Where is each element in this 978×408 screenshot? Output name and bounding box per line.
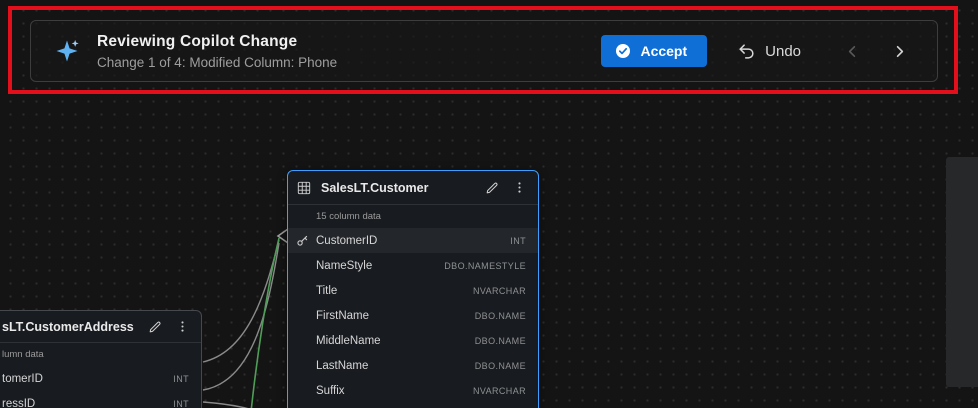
column-type: INT bbox=[173, 374, 189, 384]
pencil-icon bbox=[485, 181, 499, 195]
table-card-header[interactable]: SalesLT.Customer bbox=[288, 171, 538, 205]
table-actions bbox=[146, 318, 191, 336]
undo-button-label: Undo bbox=[765, 43, 801, 60]
pencil-icon bbox=[148, 320, 162, 334]
table-card-customer[interactable]: SalesLT.Customer 15 column data bbox=[287, 170, 539, 408]
column-type: INT bbox=[510, 236, 526, 246]
banner-title: Reviewing Copilot Change bbox=[97, 33, 337, 51]
table-row[interactable]: MiddleName DBO.NAME bbox=[288, 328, 538, 353]
column-name: FirstName bbox=[316, 310, 369, 322]
previous-change-button[interactable] bbox=[843, 42, 862, 61]
table-title: sLT.CustomerAddress bbox=[2, 320, 134, 334]
column-type: DBO.NAMESTYLE bbox=[444, 261, 526, 271]
check-circle-icon bbox=[615, 43, 631, 59]
kebab-menu-icon bbox=[513, 181, 526, 194]
table-row[interactable]: Suffix NVARCHAR bbox=[288, 378, 538, 403]
next-change-button[interactable] bbox=[890, 42, 909, 61]
chevron-left-icon bbox=[845, 44, 860, 59]
undo-button[interactable]: Undo bbox=[737, 42, 801, 61]
edge-line-green bbox=[251, 238, 279, 408]
column-name: tomerID bbox=[2, 373, 43, 385]
column-name: Suffix bbox=[316, 385, 345, 397]
schema-designer-canvas: Reviewing Copilot Change Change 1 of 4: … bbox=[0, 0, 978, 408]
undo-icon bbox=[737, 42, 756, 61]
edge-line bbox=[203, 243, 279, 390]
table-actions bbox=[483, 179, 528, 197]
column-type: DBO.NAME bbox=[475, 311, 526, 321]
more-options-button[interactable] bbox=[174, 318, 191, 335]
edge-line bbox=[203, 402, 258, 408]
edge-line bbox=[203, 240, 279, 362]
table-row[interactable]: Title NVARCHAR bbox=[288, 278, 538, 303]
table-row[interactable]: LastName DBO.NAME bbox=[288, 353, 538, 378]
column-name: LastName bbox=[316, 360, 368, 372]
column-type: DBO.NAME bbox=[475, 361, 526, 371]
primary-key-icon bbox=[296, 234, 309, 247]
column-name: Title bbox=[316, 285, 337, 297]
column-type: NVARCHAR bbox=[473, 286, 526, 296]
column-name: CustomerID bbox=[316, 235, 377, 247]
copilot-review-banner: Reviewing Copilot Change Change 1 of 4: … bbox=[30, 20, 938, 82]
column-name: ressID bbox=[2, 398, 35, 408]
chevron-right-icon bbox=[892, 44, 907, 59]
column-name: MiddleName bbox=[316, 335, 381, 347]
edit-table-button[interactable] bbox=[483, 179, 501, 197]
change-navigation bbox=[843, 42, 909, 61]
column-type: NVARCHAR bbox=[473, 386, 526, 396]
table-row[interactable]: FirstName DBO.NAME bbox=[288, 303, 538, 328]
table-card-header[interactable]: sLT.CustomerAddress bbox=[0, 311, 201, 343]
accept-button-label: Accept bbox=[640, 43, 687, 59]
column-type: INT bbox=[173, 399, 189, 408]
kebab-menu-icon bbox=[176, 320, 189, 333]
column-name: NameStyle bbox=[316, 260, 372, 272]
column-count-label: lumn data bbox=[0, 343, 201, 366]
table-row[interactable]: tomerID INT bbox=[0, 366, 201, 391]
more-options-button[interactable] bbox=[511, 179, 528, 196]
banner-subtitle: Change 1 of 4: Modified Column: Phone bbox=[97, 55, 337, 70]
table-title: SalesLT.Customer bbox=[321, 181, 428, 195]
edit-table-button[interactable] bbox=[146, 318, 164, 336]
banner-text: Reviewing Copilot Change Change 1 of 4: … bbox=[97, 33, 337, 70]
clipped-table-node[interactable] bbox=[946, 157, 978, 387]
table-row[interactable]: CustomerID INT bbox=[288, 228, 538, 253]
table-grid-icon bbox=[297, 181, 311, 195]
table-card-customer-address[interactable]: sLT.CustomerAddress lumn data tomerID IN… bbox=[0, 310, 202, 408]
table-row[interactable]: NameStyle DBO.NAMESTYLE bbox=[288, 253, 538, 278]
copilot-sparkle-icon bbox=[53, 37, 81, 65]
table-row[interactable]: ressID INT bbox=[0, 391, 201, 408]
accept-button[interactable]: Accept bbox=[601, 35, 707, 67]
column-count-label: 15 column data bbox=[288, 205, 538, 228]
column-type: DBO.NAME bbox=[475, 336, 526, 346]
